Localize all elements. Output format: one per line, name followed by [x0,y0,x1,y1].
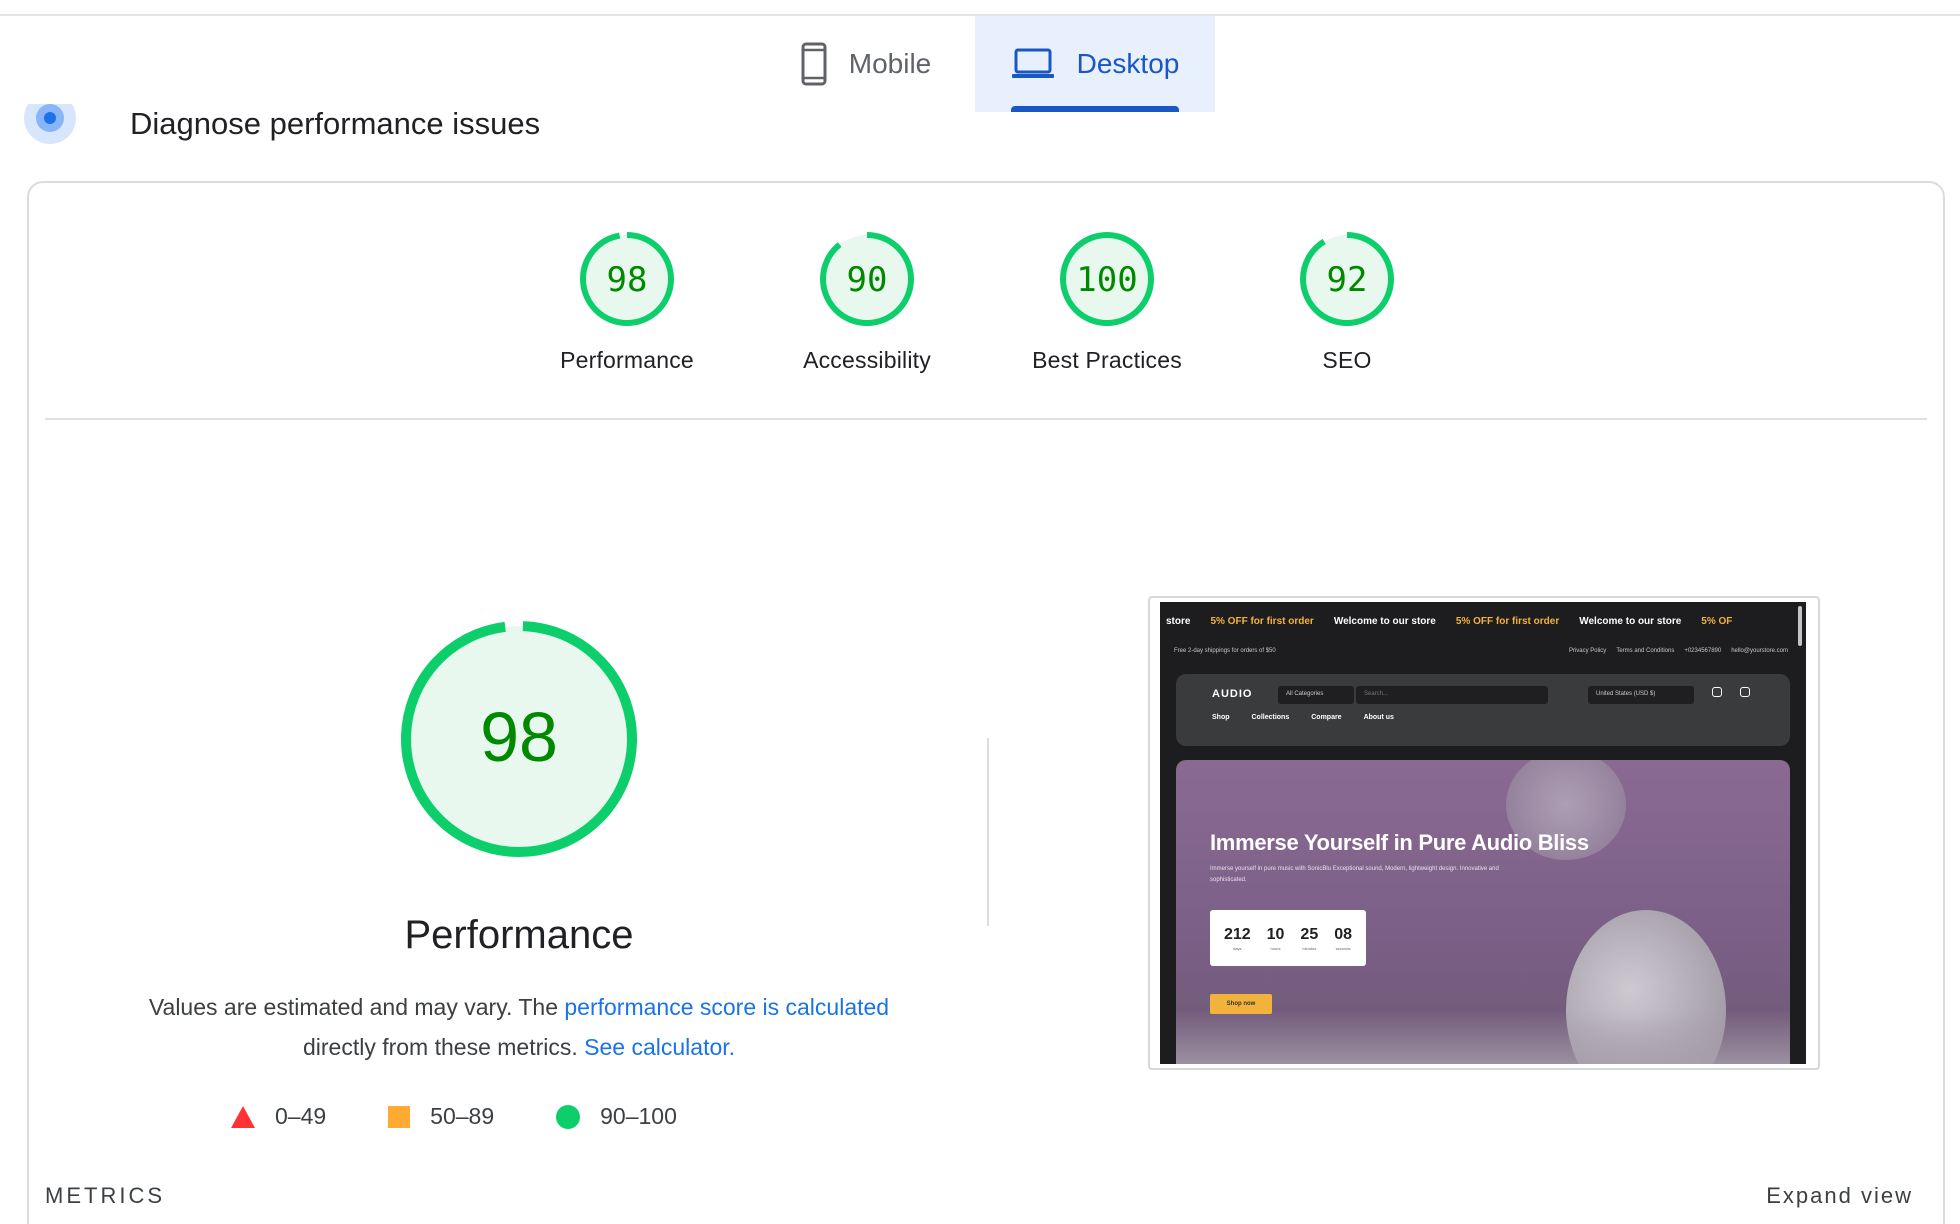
note-text-2: directly from these metrics. [302,1034,585,1060]
page-screenshot-thumbnail[interactable]: store 5% OFF for first order Welcome to ou… [1148,596,1820,1070]
preview-logo: AUDIO [1212,688,1253,700]
red-triangle-icon [231,1105,255,1128]
score-note: Values are estimated and may vary. The p… [129,987,909,1067]
gauge-score: 90 [847,260,888,300]
tab-mobile[interactable]: Mobile [757,16,975,112]
tab-desktop-label: Desktop [1076,48,1180,79]
section-title: Diagnose performance issues [130,106,541,141]
gauge-score: 100 [1076,260,1137,300]
note-text-1: Values are estimated and may vary. The [148,994,565,1020]
gauge-label: Best Practices [1032,347,1182,373]
gauge-ring: 90 [820,232,914,326]
metrics-heading: METRICS [45,1183,165,1208]
performance-title: Performance [404,913,634,957]
gauge-accessibility[interactable]: 90 Accessibility [757,229,977,374]
expand-view-button[interactable]: Expand view [1766,1183,1913,1209]
gauge-best-practices[interactable]: 100 Best Practices [997,229,1217,374]
preview-scrollbar [1798,606,1802,646]
gauge-score: 98 [607,260,648,300]
diagnose-icon [24,104,76,144]
green-circle-icon [556,1104,581,1129]
mobile-phone-icon [801,42,827,86]
legend-fail: 0–49 [231,1103,326,1130]
legend-average: 50–89 [388,1103,494,1130]
orange-square-icon [388,1105,411,1128]
site-preview: store 5% OFF for first order Welcome to ou… [1160,602,1806,1064]
gauge-ring: 100 [1060,232,1154,326]
gauge-label: Accessibility [803,347,931,373]
preview-shop-now-button: Shop now [1210,994,1272,1014]
legend-label: 90–100 [600,1103,677,1129]
preview-search: Search... [1356,686,1548,704]
preview-hero: Immerse Yourself in Pure Audio Bliss Imm… [1176,760,1790,1064]
gauge-score: 92 [1327,260,1368,300]
gauge-label: Performance [560,347,694,373]
performance-gauge-large: 98 [369,619,669,864]
laptop-icon [1011,48,1055,80]
score-legend: 0–49 50–89 90–100 [231,1103,739,1130]
gauge-label: SEO [1322,347,1372,373]
tab-mobile-label: Mobile [848,48,932,79]
preview-user-icon [1712,687,1722,697]
gauge-ring: 92 [1300,232,1394,326]
large-gauge-score: 98 [480,698,558,776]
category-gauges: 98 Performance 90 Accessibility 100 Best… [29,183,1943,421]
legend-label: 50–89 [430,1103,495,1129]
section-header: Diagnose performance issues [24,104,540,144]
report-card: 98 Performance 90 Accessibility 100 Best… [27,181,1945,1224]
legend-pass: 90–100 [556,1103,677,1130]
legend-label: 0–49 [275,1103,327,1129]
preview-category-select: All Categories [1278,686,1354,704]
see-calculator-link[interactable]: See calculator. [584,1034,735,1060]
announcement-marquee: store 5% OFF for first order Welcome to ou… [1166,616,1733,627]
preview-countdown: 212 days 10 hours 25 minutes 08 seconds [1210,910,1366,966]
preview-nav-links: Shop Collections Compare About us [1212,714,1394,721]
preview-cart-icon [1740,687,1750,697]
preview-navbar: AUDIO All Categories Search... United St… [1176,674,1790,746]
divider [45,418,1927,420]
gauge-seo[interactable]: 92 SEO [1237,229,1457,374]
preview-hero-title: Immerse Yourself in Pure Audio Bliss [1210,830,1589,855]
preview-currency: United States (USD $) [1588,686,1694,704]
preview-subbar: Free 2-day shippings for orders of $50 P… [1174,648,1788,654]
preview-hero-subtitle: Immerse yourself in pure music with Soni… [1210,866,1499,883]
tab-desktop[interactable]: Desktop [975,16,1215,112]
device-tabs: Mobile Desktop [757,16,1215,112]
gauge-performance[interactable]: 98 Performance [517,229,737,374]
vertical-divider [987,738,989,926]
gauge-ring: 98 [580,232,674,326]
performance-score-link[interactable]: performance score is calculated [564,994,889,1020]
large-gauge-ring: 98 [401,621,637,858]
